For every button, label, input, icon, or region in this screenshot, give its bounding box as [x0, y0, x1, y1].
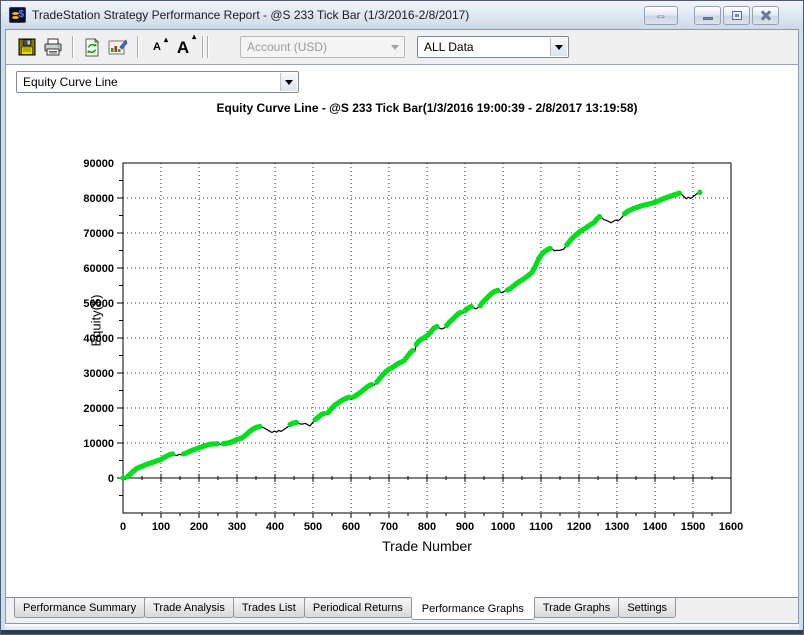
- svg-text:0: 0: [120, 521, 126, 533]
- font-increase-icon: A: [176, 37, 190, 57]
- graph-type-dropdown[interactable]: Equity Curve Line: [16, 71, 299, 93]
- save-icon: [18, 38, 36, 56]
- svg-text:20000: 20000: [83, 403, 114, 415]
- minimize-button[interactable]: [694, 5, 721, 25]
- account-dropdown: Account (USD): [240, 36, 405, 58]
- svg-text:80000: 80000: [83, 193, 114, 205]
- refresh-icon: [85, 37, 100, 56]
- chevron-down-icon: [285, 79, 293, 85]
- close-icon: [760, 9, 772, 21]
- svg-text:700: 700: [380, 521, 398, 533]
- toolbar-separator: [72, 36, 73, 58]
- app-icon: $: [9, 7, 26, 23]
- svg-text:1200: 1200: [567, 521, 591, 533]
- data-range-dropdown-value: ALL Data: [424, 40, 474, 54]
- svg-text:1400: 1400: [643, 521, 667, 533]
- tab-trades-list[interactable]: Trades List: [232, 598, 305, 618]
- equity-curve-chart: 0100002000030000400005000060000700008000…: [83, 158, 743, 533]
- properties-icon: [108, 38, 128, 54]
- chart-title: Equity Curve Line - @S 233 Tick Bar(1/3/…: [216, 101, 638, 115]
- svg-text:70000: 70000: [83, 228, 114, 240]
- font-increase-button[interactable]: A ▴: [170, 32, 196, 60]
- close-button[interactable]: [752, 5, 779, 25]
- restore-icon: [731, 10, 742, 20]
- svg-text:300: 300: [228, 521, 246, 533]
- svg-text:90000: 90000: [83, 158, 114, 170]
- x-axis-title: Trade Number: [382, 538, 472, 554]
- svg-text:900: 900: [456, 521, 474, 533]
- svg-text:400: 400: [266, 521, 284, 533]
- graph-type-dropdown-value: Equity Curve Line: [23, 75, 118, 89]
- chevron-down-icon: [555, 44, 563, 50]
- data-range-dropdown[interactable]: ALL Data: [417, 36, 569, 58]
- print-button[interactable]: [40, 34, 66, 60]
- svg-text:1100: 1100: [529, 521, 553, 533]
- tab-settings[interactable]: Settings: [618, 598, 677, 618]
- tab-periodical-returns[interactable]: Periodical Returns: [303, 598, 412, 618]
- svg-text:100: 100: [152, 521, 170, 533]
- tab-trade-graphs[interactable]: Trade Graphs: [533, 598, 620, 618]
- minimize-icon: [702, 16, 713, 20]
- toolbar: A ▴ A ▴ Account (USD) ALL Data: [6, 30, 798, 64]
- svg-text:0: 0: [108, 473, 114, 485]
- y-axis-title: Equity($): [88, 294, 104, 347]
- title-bar: $ TradeStation Strategy Performance Repo…: [1, 1, 803, 29]
- refresh-button[interactable]: [79, 34, 105, 60]
- tab-bar: Performance Summary Trade Analysis Trade…: [6, 597, 798, 623]
- svg-text:600: 600: [342, 521, 360, 533]
- tab-performance-summary[interactable]: Performance Summary: [14, 598, 146, 618]
- svg-text:1500: 1500: [681, 521, 705, 533]
- svg-text:200: 200: [190, 521, 208, 533]
- svg-text:800: 800: [418, 521, 436, 533]
- toolbar-separator: [207, 36, 208, 58]
- window-bottom-border: [1, 630, 803, 634]
- account-dropdown-value: Account (USD): [247, 40, 328, 54]
- toolbar-separator: [202, 36, 203, 58]
- window-title: TradeStation Strategy Performance Report…: [32, 8, 470, 22]
- font-decrease-icon: A: [153, 40, 161, 53]
- svg-text:1600: 1600: [719, 521, 743, 533]
- font-decrease-button[interactable]: A ▴: [144, 34, 170, 60]
- toolbar-separator: [137, 36, 138, 58]
- save-button[interactable]: [14, 34, 40, 60]
- svg-text:500: 500: [304, 521, 322, 533]
- chevron-down-icon: [390, 44, 399, 50]
- tab-performance-graphs[interactable]: Performance Graphs: [410, 597, 535, 620]
- svg-text:1300: 1300: [605, 521, 629, 533]
- dock-toggle-button[interactable]: ⇔: [644, 5, 678, 25]
- tab-trade-analysis[interactable]: Trade Analysis: [144, 598, 234, 618]
- double-arrow-icon: ⇔: [654, 7, 668, 23]
- restore-button[interactable]: [723, 5, 750, 25]
- svg-text:1000: 1000: [491, 521, 515, 533]
- printer-icon: [44, 38, 62, 56]
- svg-text:10000: 10000: [83, 438, 114, 450]
- properties-button[interactable]: [105, 34, 131, 60]
- chart-panel: 0 10000 20000 30000 40000 50000 60000 70000 8000…: [6, 64, 798, 597]
- window: $ TradeStation Strategy Performance Repo…: [0, 0, 804, 635]
